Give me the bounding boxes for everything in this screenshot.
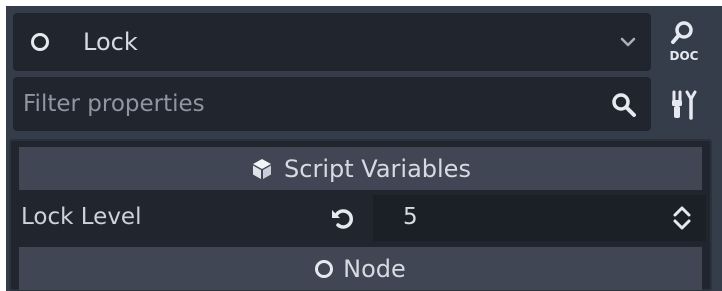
node-circle-icon [315, 259, 334, 278]
chevron-down-icon [620, 37, 636, 47]
cube-icon [253, 158, 272, 179]
node-circle-icon [31, 33, 49, 51]
property-value[interactable]: 5 [403, 201, 418, 233]
object-name-label: Lock [83, 28, 138, 56]
property-label: Lock Level [21, 204, 142, 230]
property-tools-button[interactable] [662, 80, 708, 128]
object-selector-dropdown[interactable]: Lock [13, 13, 651, 71]
updown-arrows-icon[interactable] [672, 204, 692, 232]
open-documentation-button[interactable]: DOC [662, 18, 708, 66]
section-script-variables[interactable]: Script Variables [19, 147, 702, 190]
filter-properties-field[interactable] [13, 77, 651, 131]
doc-icon-text: DOC [670, 49, 699, 63]
lock-level-spinbox[interactable]: 5 [373, 195, 706, 241]
tools-icon [672, 90, 697, 120]
revert-icon[interactable] [329, 205, 357, 231]
search-icon [612, 93, 636, 117]
doc-search-icon: DOC [670, 21, 699, 63]
section-script-variables-label: Script Variables [284, 154, 471, 183]
inspector-panel: Lock DOC Filter properties Script Variab… [6, 6, 722, 291]
property-inspector: Script Variables Lock Level 5 Node [9, 139, 712, 291]
filter-properties-input[interactable] [23, 85, 593, 123]
property-row-lock-level: Lock Level 5 [11, 195, 710, 241]
section-node[interactable]: Node [19, 247, 702, 290]
section-node-label: Node [343, 254, 406, 283]
